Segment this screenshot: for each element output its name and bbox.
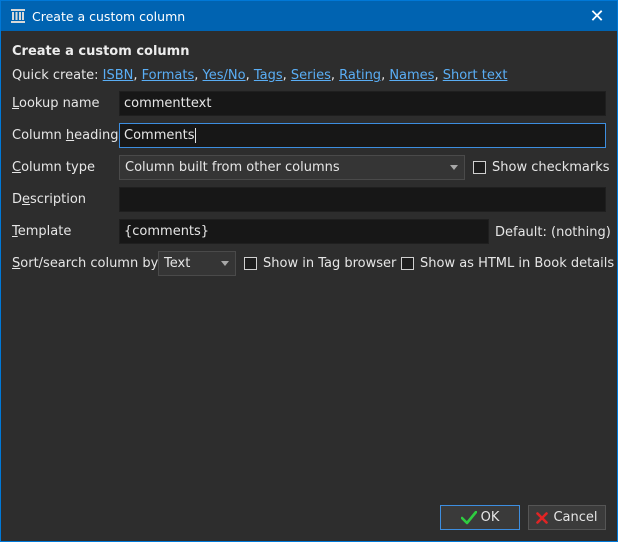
text-caret <box>195 128 197 143</box>
quick-create-label: Quick create: <box>12 68 103 83</box>
quick-create-rating-link[interactable]: Rating <box>339 68 381 83</box>
checkmark-icon <box>460 510 477 524</box>
form-heading: Create a custom column <box>12 44 190 59</box>
quick-create-tags-link[interactable]: Tags <box>254 68 283 83</box>
column-type-value: Column built from other columns <box>125 160 340 175</box>
cancel-button[interactable]: Cancel <box>528 505 606 530</box>
chevron-down-icon <box>221 261 229 266</box>
close-button[interactable]: ✕ <box>577 1 617 31</box>
quick-create-formats-link[interactable]: Formats <box>142 68 195 83</box>
sort-search-label-text: ort/search column by <box>20 256 159 271</box>
quick-create-series-link[interactable]: Series <box>291 68 331 83</box>
checkbox-box[interactable] <box>244 257 257 270</box>
description-label-post: scription <box>30 192 87 207</box>
calibre-library-icon <box>11 9 25 23</box>
show-in-tag-browser-label: Show in Tag browser <box>263 256 397 271</box>
lookup-name-value: commenttext <box>124 96 212 111</box>
column-type-label-text: olumn type <box>21 160 95 175</box>
sort-search-label: Sort/search column by <box>12 256 159 271</box>
template-label: Template <box>12 224 72 239</box>
template-label-text: emplate <box>17 224 72 239</box>
show-checkmarks-label: Show checkmarks <box>492 160 610 175</box>
title-bar: Create a custom column ✕ <box>1 1 617 31</box>
show-as-html-label: Show as HTML in Book details <box>420 256 615 271</box>
close-icon: ✕ <box>589 5 605 27</box>
template-default-label: Default: (nothing) <box>495 225 611 240</box>
quick-create-yesno-link[interactable]: Yes/No <box>203 68 246 83</box>
ok-button-label: OK <box>480 510 500 525</box>
description-label: Description <box>12 192 86 207</box>
lookup-name-label: Lookup name <box>12 96 100 111</box>
column-type-dropdown[interactable]: Column built from other columns <box>119 155 465 180</box>
column-heading-value: Comments <box>124 128 195 143</box>
quick-create-short-text-link[interactable]: Short text <box>443 68 508 83</box>
show-checkmarks-checkbox[interactable]: Show checkmarks <box>473 160 610 175</box>
description-label-pre: D <box>12 192 23 207</box>
checkbox-box[interactable] <box>401 257 414 270</box>
column-heading-label-post: eading <box>74 128 119 143</box>
quick-create-row: Quick create: ISBN, Formats, Yes/No, Tag… <box>12 68 508 83</box>
column-heading-input[interactable]: Comments <box>119 123 606 148</box>
column-heading-label: Column heading <box>12 128 119 143</box>
description-input[interactable] <box>119 187 606 212</box>
sort-search-value: Text <box>164 256 191 271</box>
dialog-window: Create a custom column ✕ Create a custom… <box>0 0 618 542</box>
show-in-tag-browser-checkbox[interactable]: Show in Tag browser <box>244 256 396 271</box>
lookup-name-input[interactable]: commenttext <box>119 91 606 116</box>
quick-create-isbn-link[interactable]: ISBN <box>103 68 134 83</box>
quick-create-names-link[interactable]: Names <box>389 68 434 83</box>
cancel-button-label: Cancel <box>553 510 598 525</box>
lookup-name-label-text: ookup name <box>19 96 100 111</box>
template-value: {comments} <box>124 224 210 239</box>
chevron-down-icon <box>450 165 458 170</box>
checkbox-box[interactable] <box>473 161 486 174</box>
column-type-label: Column type <box>12 160 95 175</box>
template-input[interactable]: {comments} <box>119 219 489 244</box>
column-heading-label-pre: Column <box>12 128 66 143</box>
column-heading-label-accel: h <box>65 128 75 143</box>
window-title: Create a custom column <box>32 9 186 24</box>
ok-button[interactable]: OK <box>440 505 520 530</box>
sort-search-dropdown[interactable]: Text <box>158 251 236 276</box>
description-label-accel: e <box>22 192 31 207</box>
show-as-html-checkbox[interactable]: Show as HTML in Book details <box>401 256 614 271</box>
x-icon <box>536 511 549 524</box>
